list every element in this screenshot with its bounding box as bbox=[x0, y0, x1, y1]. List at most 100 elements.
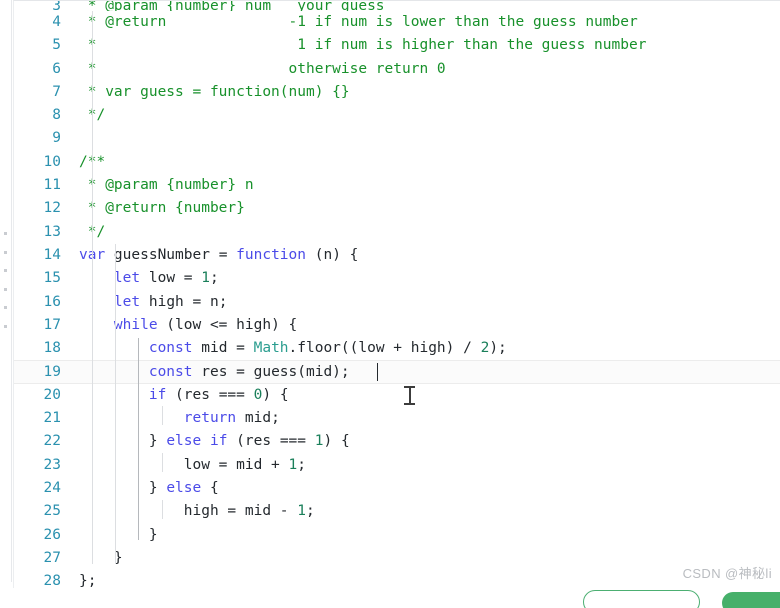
code-text: } else if (res === 1) { bbox=[79, 430, 350, 453]
token: 1 bbox=[201, 270, 210, 287]
code-line[interactable]: 11 * @param {number} n bbox=[14, 174, 780, 197]
line-number: 20 bbox=[43, 386, 61, 403]
line-number: 21 bbox=[43, 410, 61, 427]
line-number: 6 bbox=[52, 60, 61, 77]
line-number: 26 bbox=[43, 526, 61, 543]
line-number: 14 bbox=[43, 246, 61, 263]
code-text: } bbox=[79, 524, 158, 547]
token: mid; bbox=[236, 410, 280, 427]
code-line[interactable]: 5 * 1 if num is higher than the guess nu… bbox=[14, 34, 780, 57]
left-rail bbox=[0, 0, 12, 582]
token: (res === bbox=[166, 386, 254, 403]
code-text: } bbox=[79, 547, 123, 570]
code-line[interactable]: 20 if (res === 0) { bbox=[14, 384, 780, 407]
token: while bbox=[113, 316, 158, 333]
token: * var guess = function(num) {} bbox=[79, 83, 350, 100]
token: }; bbox=[79, 573, 97, 590]
line-number: 5 bbox=[52, 37, 61, 54]
code-line[interactable]: 24 } else { bbox=[14, 477, 780, 500]
line-number: 24 bbox=[43, 479, 61, 496]
scrollbar-thumb[interactable] bbox=[3, 232, 8, 328]
line-number: 19 bbox=[43, 364, 61, 381]
line-number: 4 bbox=[52, 14, 61, 30]
token: * otherwise return 0 bbox=[79, 60, 446, 77]
token: let bbox=[113, 270, 141, 287]
code-line[interactable]: 8 */ bbox=[14, 104, 780, 127]
code-text: var guessNumber = function (n) { bbox=[79, 244, 358, 267]
indent-guide-level2 bbox=[115, 244, 116, 564]
code-line[interactable]: 27 } bbox=[14, 547, 780, 570]
token: mid = bbox=[192, 340, 254, 357]
indent-guide-level4c bbox=[162, 500, 163, 519]
token: ); bbox=[489, 340, 507, 357]
line-number: 7 bbox=[52, 83, 61, 100]
code-line[interactable]: 6 * otherwise return 0 bbox=[14, 58, 780, 81]
code-line[interactable]: 13 */ bbox=[14, 221, 780, 244]
code-line[interactable]: 9 bbox=[14, 127, 780, 150]
code-line[interactable]: 7 * var guess = function(num) {} bbox=[14, 81, 780, 104]
token: else bbox=[166, 433, 202, 450]
code-text: * @return -1 if num is lower than the gu… bbox=[79, 11, 638, 34]
code-line[interactable]: 4 * @return -1 if num is lower than the … bbox=[14, 11, 780, 34]
line-number: 13 bbox=[43, 223, 61, 240]
active-indent-guide bbox=[138, 338, 139, 540]
code-line[interactable]: 16 let high = n; bbox=[14, 291, 780, 314]
token: if bbox=[209, 433, 228, 450]
token: else bbox=[166, 479, 202, 496]
token: * 1 if num is higher than the guess numb… bbox=[79, 37, 647, 54]
token: Math bbox=[253, 340, 289, 357]
token: * @return -1 if num is lower than the gu… bbox=[79, 14, 638, 30]
token: (res === bbox=[227, 433, 315, 450]
code-line[interactable]: 22 } else if (res === 1) { bbox=[14, 430, 780, 453]
grip-dot bbox=[4, 250, 7, 254]
code-text: * @return {number} bbox=[79, 197, 245, 220]
primary-action-button[interactable] bbox=[722, 592, 780, 608]
grip-dot bbox=[4, 269, 7, 273]
line-number: 9 bbox=[52, 130, 61, 147]
token: ; bbox=[305, 503, 315, 520]
code-lines-container[interactable]: 3 * @param {number} num your guess 4 * @r… bbox=[14, 1, 780, 590]
indent-guide-level4a bbox=[162, 406, 163, 425]
code-text: const mid = Math.floor((low + high) / 2)… bbox=[79, 337, 507, 360]
code-line[interactable]: 26 } bbox=[14, 524, 780, 547]
code-text: * var guess = function(num) {} bbox=[79, 81, 350, 104]
line-number: 16 bbox=[43, 293, 61, 310]
code-line[interactable]: 17 while (low <= high) { bbox=[14, 314, 780, 337]
token: ; bbox=[297, 456, 306, 473]
code-text: * @param {number} num your guess bbox=[79, 1, 385, 11]
code-line[interactable]: 25 high = mid - 1; bbox=[14, 500, 780, 523]
line-number: 11 bbox=[43, 177, 61, 194]
code-line[interactable]: 21 return mid; bbox=[14, 407, 780, 430]
code-line-active[interactable]: 19 const res = guess(mid); bbox=[14, 360, 780, 384]
grip-dot bbox=[4, 324, 7, 328]
grip-dot bbox=[4, 232, 7, 235]
code-line[interactable]: 23 low = mid + 1; bbox=[14, 454, 780, 477]
line-number: 15 bbox=[43, 270, 61, 287]
code-editor[interactable]: 3 * @param {number} num your guess 4 * @r… bbox=[13, 0, 780, 590]
token: (n) { bbox=[306, 246, 359, 263]
code-line[interactable]: 18 const mid = Math.floor((low + high) /… bbox=[14, 337, 780, 360]
line-number: 25 bbox=[43, 503, 61, 520]
token: * @param {number} num your guess bbox=[79, 1, 385, 11]
footer-bar bbox=[0, 588, 780, 608]
code-line[interactable]: 15 let low = 1; bbox=[14, 267, 780, 290]
line-number: 22 bbox=[43, 433, 61, 450]
grip-dot bbox=[4, 306, 7, 310]
code-line[interactable]: 12 * @return {number} bbox=[14, 197, 780, 220]
code-line[interactable]: 14 var guessNumber = function (n) { bbox=[14, 244, 780, 267]
line-number: 10 bbox=[43, 153, 61, 170]
code-line[interactable]: 3 * @param {number} num your guess bbox=[14, 1, 780, 11]
secondary-action-button[interactable] bbox=[583, 590, 700, 608]
indent-guide-level1 bbox=[92, 11, 93, 564]
code-line[interactable]: 10/** bbox=[14, 151, 780, 174]
code-text: if (res === 0) { bbox=[79, 384, 289, 407]
token: high = n; bbox=[140, 293, 228, 310]
code-text: } else { bbox=[79, 477, 219, 500]
line-number: 17 bbox=[43, 316, 61, 333]
grip-dot bbox=[4, 287, 7, 291]
token: low = mid + bbox=[79, 456, 289, 473]
